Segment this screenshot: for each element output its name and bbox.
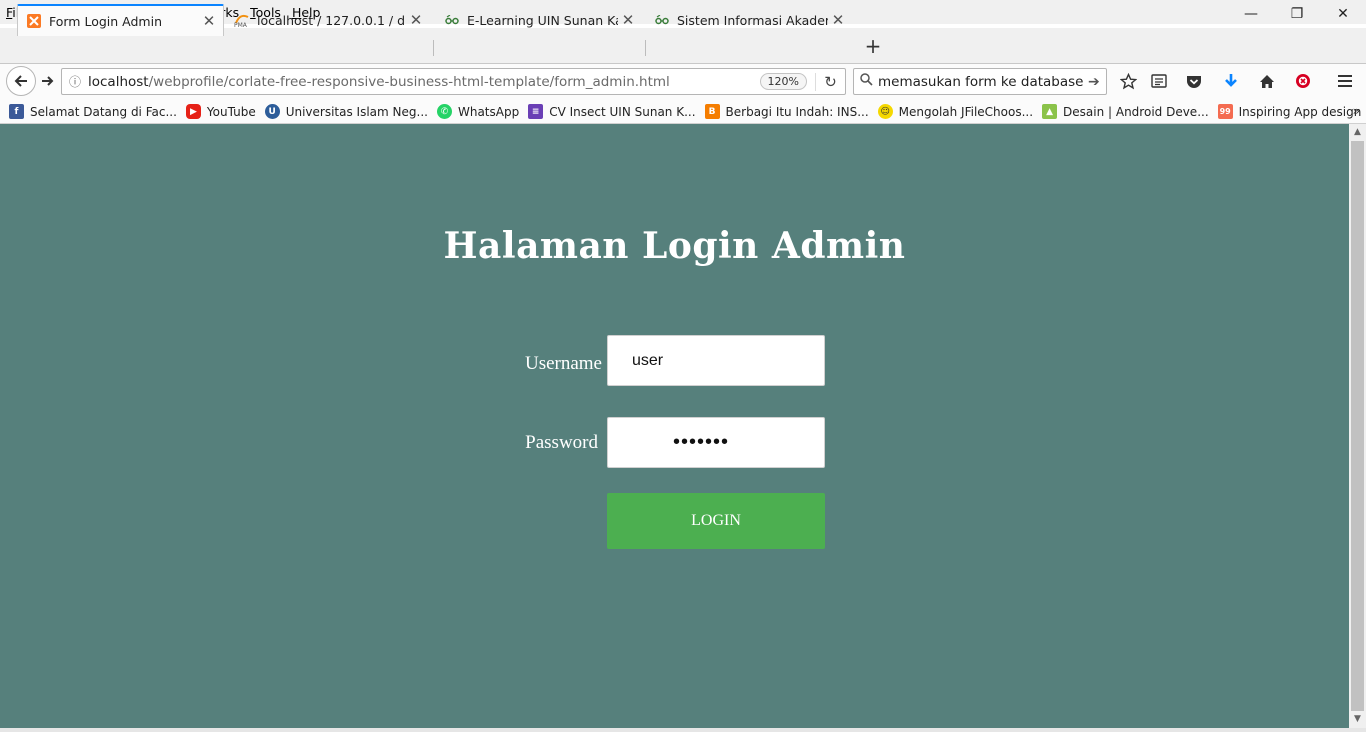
page-title: Halaman Login Admin	[443, 225, 906, 267]
android-icon: ▲	[1042, 104, 1058, 119]
uin-icon: U	[264, 104, 280, 119]
restore-button[interactable]: ❐	[1274, 0, 1320, 28]
tab-title: localhost / 127.0.0.1 / db_s...	[257, 12, 406, 28]
username-label: Username	[524, 353, 602, 374]
bookmark-item[interactable]: ▲ Desain | Android Deve...	[1042, 104, 1209, 119]
password-input[interactable]: •••••••	[607, 417, 825, 468]
bookmark-label: Desain | Android Deve...	[1063, 104, 1209, 119]
bookmark-label: CV Insect UIN Sunan K...	[549, 104, 696, 119]
blogger-icon: B	[704, 104, 720, 119]
pocket-icon[interactable]	[1182, 70, 1206, 92]
search-bar[interactable]: memasukan form ke database sql ➔	[853, 68, 1107, 95]
scroll-up-icon[interactable]: ▲	[1349, 124, 1366, 141]
xampp-icon	[26, 13, 42, 29]
glasses-icon	[444, 12, 460, 28]
tab-separator	[645, 40, 646, 56]
zoom-indicator[interactable]: 120%	[759, 73, 807, 90]
page-scrollbar[interactable]: ▲ ▼	[1349, 124, 1366, 728]
url-bar[interactable]: ⓘ localhost/webprofile/corlate-free-resp…	[61, 68, 846, 95]
99designs-icon: 99	[1217, 104, 1233, 119]
bookmark-item[interactable]: 99 Inspiring App design ...	[1217, 104, 1366, 119]
bookmark-label: Berbagi Itu Indah: INS...	[725, 104, 869, 119]
tab-form-login-admin[interactable]: Form Login Admin ✕	[17, 4, 224, 36]
tab-separator	[433, 40, 434, 56]
facebook-icon: f	[9, 104, 24, 119]
bookmark-label: Inspiring App design ...	[1238, 104, 1366, 119]
new-tab-button[interactable]: +	[862, 36, 884, 58]
bookmark-item[interactable]: ✆ WhatsApp	[436, 104, 520, 119]
search-input[interactable]: memasukan form ke database sql	[878, 74, 1088, 90]
close-tab-icon[interactable]: ✕	[406, 11, 426, 29]
star-icon[interactable]	[1116, 70, 1140, 92]
bookmark-item[interactable]: B Berbagi Itu Indah: INS...	[704, 104, 869, 119]
search-icon	[854, 73, 878, 90]
login-button[interactable]: LOGIN	[607, 493, 825, 549]
bookmark-label: Universitas Islam Neg...	[285, 104, 428, 119]
reload-icon[interactable]: ↻	[815, 72, 845, 91]
username-input[interactable]: user	[607, 335, 825, 386]
hamburger-menu-icon[interactable]	[1333, 70, 1357, 92]
bookmark-label: Selamat Datang di Fac...	[30, 104, 177, 119]
tab-phpmyadmin[interactable]: PMA localhost / 127.0.0.1 / db_s... ✕	[226, 4, 430, 36]
back-button[interactable]	[6, 66, 36, 96]
scrollbar-thumb[interactable]	[1351, 141, 1364, 711]
forward-arrow-icon	[42, 76, 54, 86]
close-tab-icon[interactable]: ✕	[828, 11, 848, 29]
whatsapp-icon: ✆	[436, 104, 452, 119]
url-text[interactable]: localhost/webprofile/corlate-free-respon…	[88, 74, 760, 90]
download-icon[interactable]	[1219, 70, 1243, 92]
bookmark-label: YouTube	[206, 104, 256, 119]
bookmark-item[interactable]: U Universitas Islam Neg...	[264, 104, 428, 119]
addon-icon[interactable]	[1291, 70, 1315, 92]
forward-button[interactable]	[38, 71, 58, 91]
back-arrow-icon	[14, 75, 27, 87]
bookmark-label: WhatsApp	[457, 104, 520, 119]
bookmark-item[interactable]: f Selamat Datang di Fac...	[9, 104, 177, 119]
bookmark-label: Mengolah JFileChoos...	[898, 104, 1034, 119]
youtube-icon: ▶	[185, 104, 201, 119]
bookmark-item[interactable]: ☺ Mengolah JFileChoos...	[877, 104, 1034, 119]
tab-title: Form Login Admin	[49, 13, 162, 29]
password-label: Password	[525, 432, 598, 453]
window-bottom-edge	[0, 728, 1366, 732]
phpmyadmin-icon: PMA	[234, 12, 250, 28]
site-info-icon[interactable]: ⓘ	[62, 73, 88, 90]
bookmarks-overflow-icon[interactable]: »	[1353, 104, 1360, 118]
search-go-icon[interactable]: ➔	[1088, 74, 1106, 90]
scroll-down-icon[interactable]: ▼	[1349, 711, 1366, 728]
bookmark-item[interactable]: ▶ YouTube	[185, 104, 256, 119]
reading-list-icon[interactable]	[1147, 70, 1171, 92]
glasses-icon	[654, 12, 670, 28]
tab-title: E-Learning UIN Sunan Kali...	[467, 12, 618, 28]
bookmark-item[interactable]: ≡ CV Insect UIN Sunan K...	[528, 104, 696, 119]
list-icon: ≡	[528, 104, 544, 119]
tab-elearning[interactable]: E-Learning UIN Sunan Kali... ✕	[436, 4, 642, 36]
svg-text:PMA: PMA	[234, 22, 248, 27]
window-controls: — ❐ ✕	[1228, 0, 1366, 28]
tab-sistem-informasi[interactable]: Sistem Informasi Akademi... ✕	[646, 4, 852, 36]
tab-title: Sistem Informasi Akademi...	[677, 12, 828, 28]
close-tab-icon[interactable]: ✕	[618, 11, 638, 29]
smiley-icon: ☺	[877, 104, 893, 119]
bookmarks-toolbar: f Selamat Datang di Fac... ▶ YouTube U Univ…	[0, 100, 1366, 124]
close-window-button[interactable]: ✕	[1320, 0, 1366, 28]
home-icon[interactable]	[1255, 70, 1279, 92]
minimize-button[interactable]: —	[1228, 0, 1274, 28]
close-tab-icon[interactable]: ✕	[199, 12, 219, 30]
